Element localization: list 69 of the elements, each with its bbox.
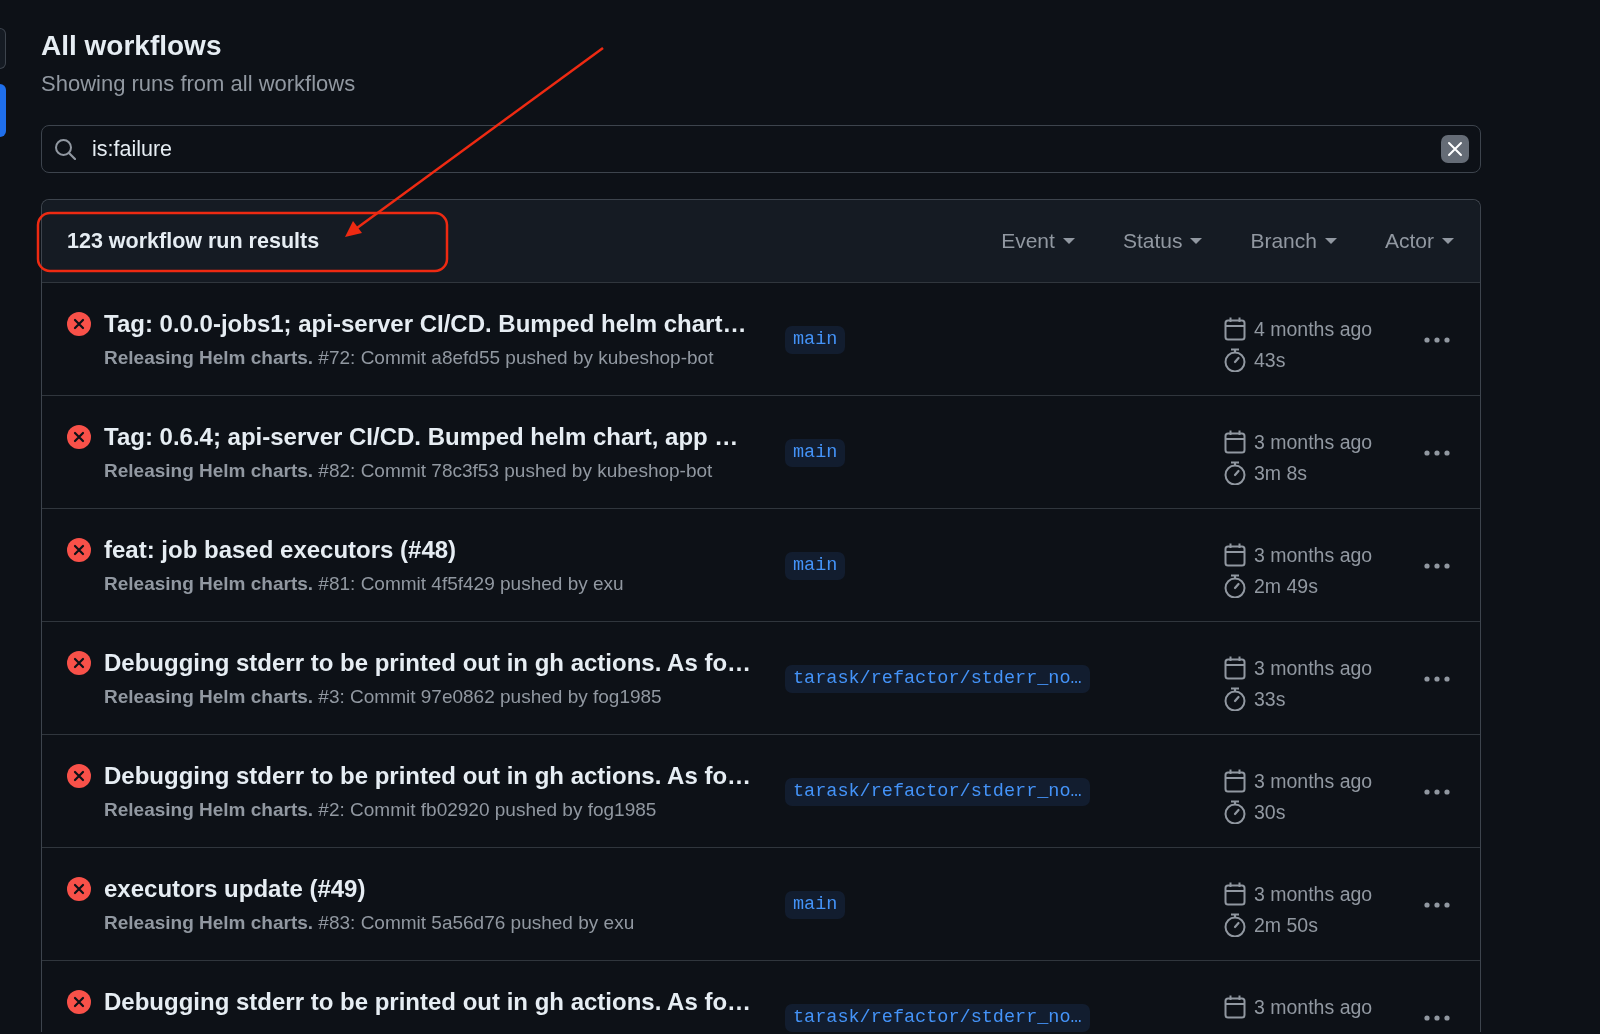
caret-icon [1190, 238, 1203, 244]
run-title-link[interactable]: Debugging stderr to be printed out in gh actions. As fo… [104, 762, 752, 790]
stopwatch-icon [1224, 800, 1246, 824]
run-details: Releasing Helm charts. #81: Commit 4f5f429 pushed by exu [104, 572, 624, 595]
branch-tag[interactable]: main [785, 326, 846, 354]
search-icon [54, 138, 76, 160]
kebab-icon [1424, 789, 1450, 795]
close-icon [1447, 141, 1463, 157]
stopwatch-icon [1224, 913, 1246, 937]
run-title-link[interactable]: Debugging stderr to be printed out in gh actions. As fo… [104, 649, 752, 677]
page-title: All workflows [41, 29, 223, 63]
run-details: Releasing Helm charts. #83: Commit 5a56d76 pushed by exu [104, 911, 635, 934]
selected-item-indicator[interactable] [0, 84, 6, 137]
calendar-icon [1224, 882, 1246, 906]
kebab-icon [1424, 1015, 1450, 1021]
run-date: 4 months ago [1254, 317, 1373, 341]
search-field[interactable]: is:failure [41, 125, 1481, 173]
stopwatch-icon [1224, 574, 1246, 598]
run-title-link[interactable]: Tag: 0.6.4; api-server CI/CD. Bumped helm chart, app … [104, 423, 739, 451]
kebab-icon [1424, 337, 1450, 343]
kebab-icon [1424, 563, 1450, 569]
stopwatch-icon [1224, 687, 1246, 711]
calendar-icon [1224, 995, 1246, 1019]
filter-dropdown[interactable]: Event [1001, 228, 1075, 254]
run-title-link[interactable]: Debugging stderr to be printed out in gh actions. As fo… [104, 988, 752, 1016]
calendar-icon [1224, 317, 1246, 341]
calendar-icon [1224, 656, 1246, 680]
branch-tag[interactable]: tarask/refactor/stderr_no… [785, 665, 1090, 693]
caret-icon [1062, 238, 1075, 244]
results-count: 123 workflow run results [67, 227, 320, 255]
run-title-link[interactable]: executors update (#49) [104, 875, 366, 903]
run-details: Releasing Helm charts. #82: Commit 78c3f53 pushed by kubeshop-bot [104, 459, 713, 482]
run-date: 3 months ago [1254, 995, 1373, 1019]
filter-dropdown[interactable]: Actor [1385, 228, 1454, 254]
run-duration: 30s [1254, 800, 1286, 824]
run-title-link[interactable]: Tag: 0.0.0-jobs1; api-server CI/CD. Bumped helm chart… [104, 310, 747, 338]
run-date: 3 months ago [1254, 430, 1373, 454]
branch-tag[interactable]: tarask/refactor/stderr_no… [785, 1004, 1090, 1032]
run-details: Releasing Helm charts. #3: Commit 97e0862 pushed by fog1985 [104, 685, 662, 708]
kebab-icon [1424, 450, 1450, 456]
stopwatch-icon [1224, 348, 1246, 372]
branch-tag[interactable]: tarask/refactor/stderr_no… [785, 778, 1090, 806]
caret-icon [1325, 238, 1337, 244]
run-duration: 3m 8s [1254, 461, 1308, 485]
filter-dropdown[interactable]: Branch [1250, 228, 1337, 254]
page-subtitle: Showing runs from all workflows [41, 71, 357, 97]
caret-icon [1442, 238, 1454, 244]
calendar-icon [1224, 543, 1246, 567]
run-date: 3 months ago [1254, 769, 1373, 793]
kebab-icon [1424, 902, 1450, 908]
run-date: 3 months ago [1254, 543, 1373, 567]
branch-tag[interactable]: main [785, 439, 846, 467]
calendar-icon [1224, 430, 1246, 454]
run-title-link[interactable]: feat: job based executors (#48) [104, 536, 457, 564]
branch-tag[interactable]: main [785, 891, 846, 919]
run-duration: 2m 50s [1254, 913, 1318, 937]
stopwatch-icon [1224, 461, 1246, 485]
run-date: 3 months ago [1254, 656, 1373, 680]
run-details: Releasing Helm charts. #72: Commit a8efd55 pushed by kubeshop-bot [104, 346, 714, 369]
run-date: 3 months ago [1254, 882, 1373, 906]
filter-dropdown[interactable]: Status [1122, 228, 1203, 254]
run-duration: 2m 49s [1254, 574, 1318, 598]
kebab-icon [1424, 676, 1450, 682]
run-duration: 43s [1254, 348, 1286, 372]
run-duration: 33s [1254, 687, 1286, 711]
clear-button[interactable] [1441, 135, 1469, 163]
branch-tag[interactable]: main [785, 552, 846, 580]
run-details: Releasing Helm charts. #2: Commit fb02920 pushed by fog1985 [104, 798, 657, 821]
calendar-icon [1224, 769, 1246, 793]
